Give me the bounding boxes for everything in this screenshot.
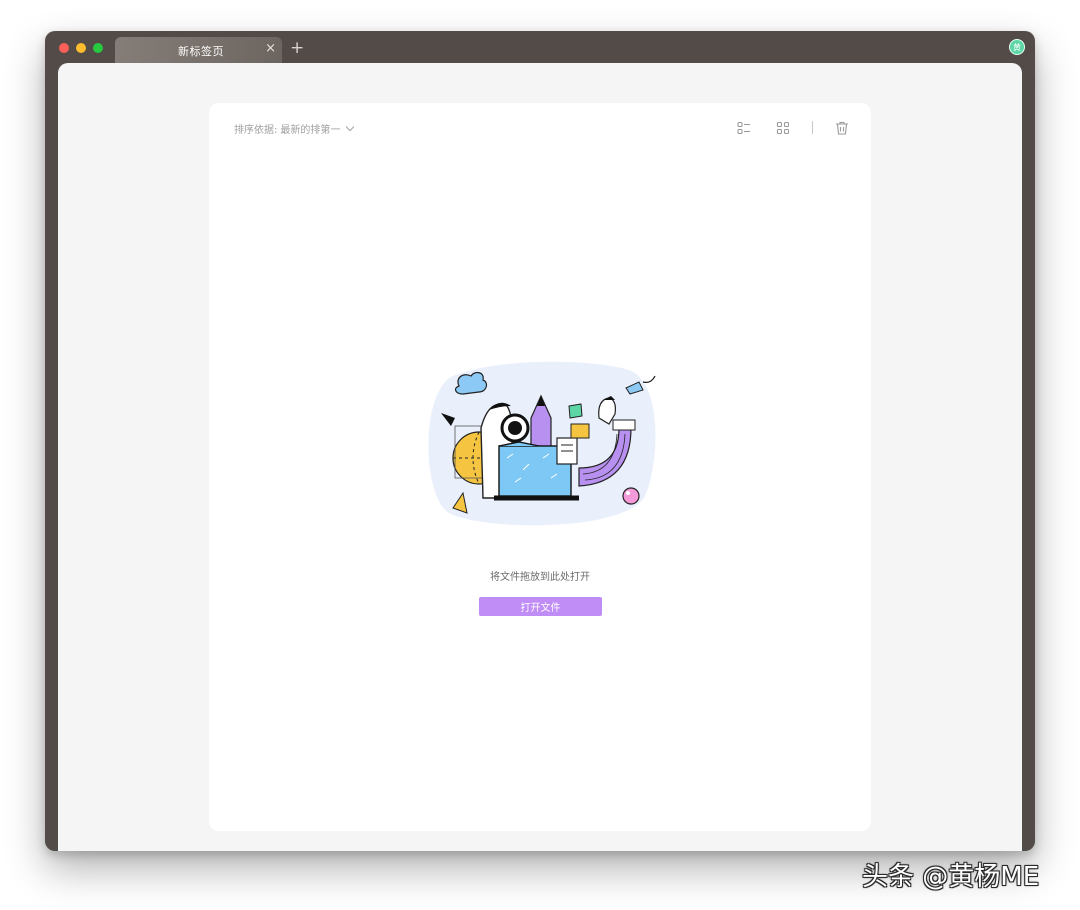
drop-hint-text: 将文件拖放到此处打开 [490, 572, 590, 583]
tab-title: 新标签页 [178, 45, 224, 58]
close-tab-icon[interactable]: × [265, 40, 276, 58]
list-view-icon[interactable] [736, 120, 752, 136]
file-panel: 排序依据: 最新的排第一 将文件拖放到此处打开 打开文件 [209, 103, 871, 831]
sort-value: 最新的排第一 [280, 125, 341, 136]
tab-new-tab[interactable]: 新标签页 × [115, 37, 282, 63]
grid-view-icon[interactable] [775, 120, 791, 136]
sort-label: 排序依据: [234, 125, 278, 136]
browser-window: 新标签页 × + 黄 排序依据: 最新的排第一 将文件拖放到此处打开 打开文件 [45, 31, 1035, 851]
close-window-button[interactable] [59, 43, 69, 53]
chevron-down-icon [346, 122, 355, 132]
trash-icon[interactable] [834, 120, 850, 136]
open-file-button[interactable]: 打开文件 [479, 597, 602, 616]
empty-state-illustration [428, 361, 656, 526]
minimize-window-button[interactable] [76, 43, 86, 53]
sort-dropdown[interactable]: 排序依据: 最新的排第一 [234, 121, 355, 136]
maximize-window-button[interactable] [93, 43, 103, 53]
content-area: 排序依据: 最新的排第一 将文件拖放到此处打开 打开文件 [58, 63, 1022, 851]
avatar[interactable]: 黄 [1009, 39, 1025, 55]
watermark-text: 头条 @黄杨ME [862, 862, 1040, 892]
toolbar-divider [812, 121, 813, 134]
new-tab-button[interactable]: + [290, 38, 304, 58]
